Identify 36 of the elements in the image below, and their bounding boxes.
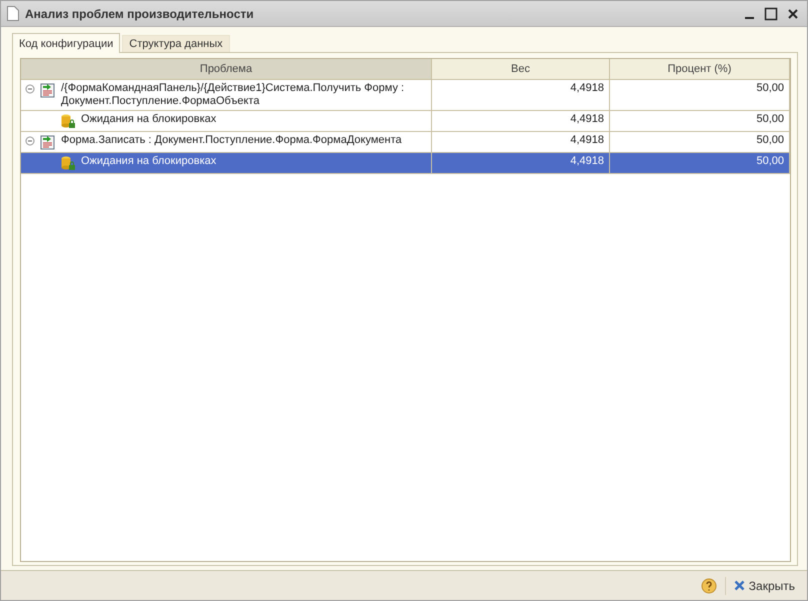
collapse-icon[interactable] — [25, 136, 35, 146]
table-row[interactable]: Ожидания на блокировках 4,4918 50,00 — [21, 111, 790, 132]
column-header[interactable]: Процент (%) — [610, 59, 790, 79]
weight-value: 4,4918 — [570, 155, 604, 168]
module-icon — [40, 82, 56, 98]
maximize-button[interactable] — [763, 6, 779, 22]
percent-value: 50,00 — [756, 113, 784, 126]
problem-text: Форма.Записать : Документ.Поступление.Форма.ФормаДокумента — [61, 134, 402, 147]
document-icon — [7, 6, 19, 21]
tab[interactable]: Код конфигурации — [12, 33, 120, 53]
maximize-icon — [764, 6, 778, 20]
table-row[interactable]: Форма.Записать : Документ.Поступление.Форма.ФормаДокумента 4,4918 50,00 — [21, 132, 790, 153]
problem-text: Ожидания на блокировках — [81, 113, 216, 126]
database-lock-icon — [60, 113, 76, 129]
collapse-icon[interactable] — [25, 84, 35, 94]
database-lock-icon — [60, 155, 76, 171]
module-icon — [40, 134, 56, 150]
close-button[interactable]: Закрыть — [724, 576, 797, 594]
column-header[interactable]: Вес — [432, 59, 610, 79]
minimize-icon — [744, 17, 754, 19]
close-icon — [734, 580, 745, 591]
weight-value: 4,4918 — [570, 82, 604, 95]
percent-value: 50,00 — [756, 134, 784, 147]
table-row[interactable]: Ожидания на блокировках 4,4918 50,00 — [21, 153, 790, 174]
percent-value: 50,00 — [756, 82, 784, 95]
problem-text: Ожидания на блокировках — [81, 155, 216, 168]
column-header[interactable]: Проблема — [21, 59, 432, 79]
table-row[interactable]: /{ФормаКоманднаяПанель}/{Действие1}Система.Получить Форму : Документ.Поступление.ФормаОбъекта 4,4918 50,00 — [21, 80, 790, 111]
weight-value: 4,4918 — [570, 113, 604, 126]
weight-value: 4,4918 — [570, 134, 604, 147]
close-icon — [787, 8, 799, 20]
help-icon[interactable] — [700, 578, 717, 594]
problem-text: /{ФормаКоманднаяПанель}/{Действие1}Система.Получить Форму : Документ.Поступление.ФормаОбъекта — [61, 82, 406, 108]
percent-value: 50,00 — [756, 155, 784, 168]
window-title: Анализ проблем производительности — [25, 6, 255, 20]
tab[interactable]: Структура данных — [122, 35, 230, 52]
